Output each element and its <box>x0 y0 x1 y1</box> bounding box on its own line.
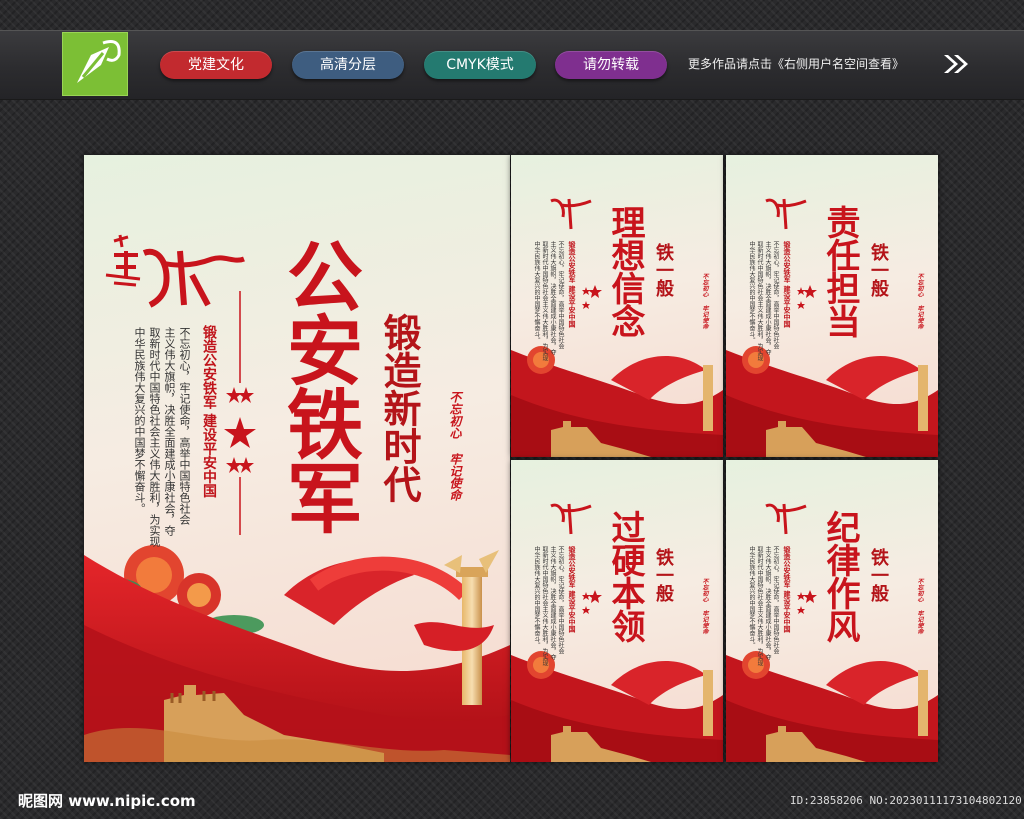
china-dream-calligraphy-logo <box>550 198 592 230</box>
tag-party-culture[interactable]: 党建文化 <box>160 51 272 79</box>
poster-body-line-1: 不忘初心，牢记使命，高举中国特色社会 <box>772 241 779 349</box>
poster-body-line-2: 主义伟大旗帜，决胜全面建成小康社会，夺 <box>764 241 771 355</box>
china-dream-calligraphy-logo <box>105 234 245 308</box>
poster-body-line-1: 不忘初心，牢记使命，高举中国特色社会 <box>772 546 779 654</box>
huabiao-column-icon <box>703 365 713 431</box>
stars-decoration <box>582 590 602 614</box>
poster-body-line-4: 中华民族伟大复兴的中国梦不懈奋斗。 <box>533 546 540 648</box>
stars-decoration <box>582 285 602 309</box>
poster-body-line-1: 不忘初心，牢记使命，高举中国特色社会 <box>557 546 564 654</box>
poster-body-line-3: 取新时代中国特色社会主义伟大胜利，为实现 <box>756 241 763 361</box>
poster-body-line-2: 主义伟大旗帜，决胜全面建成小康社会，夺 <box>549 241 556 355</box>
stars-decoration <box>797 285 817 309</box>
main-body-line-3: 取新时代中国特色社会主义伟大胜利，为实现 <box>148 327 161 547</box>
main-title: 公安铁军 <box>274 237 363 533</box>
poster-body-line-3: 取新时代中国特色社会主义伟大胜利，为实现 <box>541 546 548 666</box>
poster-badge: 铁一般 <box>868 243 889 297</box>
tag-cmyk[interactable]: CMYK模式 <box>424 51 536 79</box>
poster-stamp-top: 不忘初心 <box>701 578 708 602</box>
tag-no-repost[interactable]: 请勿转载 <box>555 51 667 79</box>
main-slogan: 锻造公安铁军 建设平安中国 <box>201 325 217 498</box>
poster-badge: 铁一般 <box>653 243 674 297</box>
poster-title: 责任担当 <box>820 205 860 337</box>
poster-slogan: 锻造公安铁军 建设平安中国 <box>783 546 792 633</box>
footer-site-watermark: 昵图网 www.nipic.com <box>18 792 196 810</box>
poster-body-line-4: 中华民族伟大复兴的中国梦不懈奋斗。 <box>533 241 540 343</box>
poster-stamp-bottom: 牢记使命 <box>916 610 923 634</box>
poster-badge: 铁一般 <box>868 548 889 602</box>
poster-body-line-4: 中华民族伟大复兴的中国梦不懈奋斗。 <box>748 546 755 648</box>
tag-hd-layers[interactable]: 高清分层 <box>292 51 404 79</box>
main-poster: 公安铁军 锻造新时代 锻造公安铁军 建设平安中国 不忘初心 牢记使命 不忘初心，… <box>84 155 510 762</box>
poster-ideals: 理想信念 铁一般 锻造公安铁军 建设平安中国 不忘初心 牢记使命 不忘初心，牢记… <box>511 155 723 457</box>
poster-stamp-top: 不忘初心 <box>701 273 708 297</box>
poster-title: 纪律作风 <box>820 510 860 642</box>
poster-stamp-top: 不忘初心 <box>916 578 923 602</box>
more-works-note[interactable]: 更多作品请点击《右侧用户名空间查看》 <box>688 55 904 72</box>
poster-title: 过硬本领 <box>605 510 645 642</box>
main-subtitle: 锻造新时代 <box>377 313 422 503</box>
poster-slogan: 锻造公安铁军 建设平安中国 <box>568 241 577 328</box>
poster-slogan: 锻造公安铁军 建设平安中国 <box>568 546 577 633</box>
poster-stamp-bottom: 牢记使命 <box>701 610 708 634</box>
main-body-line-2: 主义伟大旗帜，决胜全面建成小康社会，夺 <box>163 327 176 536</box>
stars-decoration <box>224 387 256 473</box>
stamp-mission: 牢记使命 <box>448 453 462 501</box>
china-dream-calligraphy-logo <box>550 503 592 535</box>
huabiao-column-icon <box>918 365 928 431</box>
poster-badge: 铁一般 <box>653 548 674 602</box>
poster-body-line-2: 主义伟大旗帜，决胜全面建成小康社会，夺 <box>764 546 771 660</box>
site-logo[interactable] <box>62 32 128 96</box>
poster-discipline: 纪律作风 铁一般 锻造公安铁军 建设平安中国 不忘初心 牢记使命 不忘初心，牢记… <box>726 460 938 762</box>
huabiao-column-icon <box>918 670 928 736</box>
poster-body-line-1: 不忘初心，牢记使命，高举中国特色社会 <box>557 241 564 349</box>
poster-stamp-top: 不忘初心 <box>916 273 923 297</box>
stars-decoration <box>797 590 817 614</box>
pen-nib-icon <box>77 40 121 83</box>
huabiao-column-icon <box>703 670 713 736</box>
poster-title: 理想信念 <box>605 205 645 337</box>
double-chevron-right-icon[interactable] <box>942 53 972 75</box>
poster-responsibility: 责任担当 铁一般 锻造公安铁军 建设平安中国 不忘初心 牢记使命 不忘初心，牢记… <box>726 155 938 457</box>
stamp-stay-true: 不忘初心 <box>448 391 462 439</box>
poster-stamp-bottom: 牢记使命 <box>701 305 708 329</box>
poster-slogan: 锻造公安铁军 建设平安中国 <box>783 241 792 328</box>
poster-skills: 过硬本领 铁一般 锻造公安铁军 建设平安中国 不忘初心 牢记使命 不忘初心，牢记… <box>511 460 723 762</box>
china-dream-calligraphy-logo <box>765 198 807 230</box>
poster-body-line-2: 主义伟大旗帜，决胜全面建成小康社会，夺 <box>549 546 556 660</box>
china-dream-calligraphy-logo <box>765 503 807 535</box>
poster-body-line-3: 取新时代中国特色社会主义伟大胜利，为实现 <box>756 546 763 666</box>
poster-body-line-4: 中华民族伟大复兴的中国梦不懈奋斗。 <box>748 241 755 343</box>
poster-body-line-3: 取新时代中国特色社会主义伟大胜利，为实现 <box>541 241 548 361</box>
footer-image-id: ID:23858206 NO:20230111173104802120 <box>790 794 1022 807</box>
main-body-line-4: 中华民族伟大复兴的中国梦不懈奋斗。 <box>133 327 146 514</box>
main-body-line-1: 不忘初心，牢记使命，高举中国特色社会 <box>178 327 191 525</box>
poster-stamp-bottom: 牢记使命 <box>916 305 923 329</box>
